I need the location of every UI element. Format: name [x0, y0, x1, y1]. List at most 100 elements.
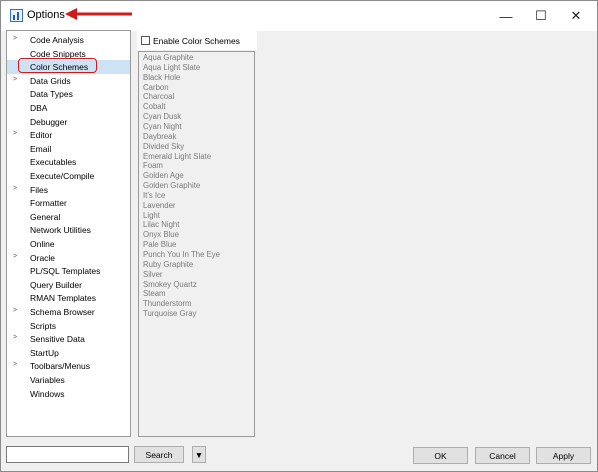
color-scheme-item[interactable]: Turquoise Gray: [143, 309, 196, 319]
tree-item-label: Email: [30, 143, 52, 154]
tree-item-label: Online: [30, 239, 55, 249]
chevron-right-icon[interactable]: >: [13, 185, 17, 192]
tree-item[interactable]: > Data Grids: [7, 74, 130, 88]
search-button[interactable]: Search: [134, 446, 184, 463]
tree-item[interactable]: RMAN Templates: [7, 291, 130, 305]
tree-item[interactable]: Windows: [7, 387, 130, 401]
minimize-button[interactable]: —: [489, 1, 523, 31]
color-scheme-item[interactable]: Punch You In The Eye: [143, 250, 220, 260]
color-scheme-item[interactable]: Cyan Dusk: [143, 112, 181, 122]
tree-item[interactable]: Scripts: [7, 319, 130, 333]
search-dropdown-button[interactable]: ▼: [192, 446, 206, 463]
color-scheme-item[interactable]: Steam: [143, 289, 166, 299]
tree-item-label: RMAN Templates: [30, 293, 96, 304]
color-scheme-item[interactable]: Ruby Graphite: [143, 260, 193, 270]
color-scheme-item[interactable]: Smokey Quartz: [143, 280, 197, 290]
tree-item[interactable]: DBA: [7, 101, 130, 115]
apply-button[interactable]: Apply: [536, 447, 591, 464]
tree-item[interactable]: Online: [7, 237, 130, 251]
ok-button[interactable]: OK: [413, 447, 468, 464]
tree-item[interactable]: Query Builder: [7, 278, 130, 292]
color-scheme-item[interactable]: Charcoal: [143, 92, 174, 102]
tree-item-label: Editor: [30, 130, 53, 141]
tree-item[interactable]: > Schema Browser: [7, 305, 130, 319]
tree-item[interactable]: > Sensitive Data: [7, 332, 130, 346]
color-scheme-item[interactable]: Divided Sky: [143, 142, 184, 152]
color-scheme-item[interactable]: Lilac Night: [143, 220, 179, 230]
tree-item-label: Executables: [30, 157, 77, 168]
tree-item-label: Files: [30, 184, 48, 195]
options-dialog: Options — ☐ ✕ > Code Analysis Code Snippet…: [0, 0, 598, 472]
color-scheme-item[interactable]: Carbon: [143, 83, 169, 93]
red-arrow-annotation: [65, 8, 132, 20]
chevron-right-icon[interactable]: >: [13, 130, 17, 137]
tree-item[interactable]: Formatter: [7, 196, 130, 210]
color-scheme-item[interactable]: Aqua Graphite: [143, 53, 193, 63]
tree-item-label: Variables: [30, 375, 65, 385]
title-bar[interactable]: Options — ☐ ✕: [1, 1, 597, 31]
chevron-right-icon[interactable]: >: [13, 361, 17, 368]
color-scheme-item[interactable]: Daybreak: [143, 132, 176, 142]
chevron-right-icon[interactable]: >: [13, 35, 17, 42]
color-scheme-item[interactable]: Pale Blue: [143, 240, 176, 250]
tree-item-label: Code Analysis: [30, 35, 84, 45]
tree-item[interactable]: General: [7, 210, 130, 224]
enable-color-schemes-checkbox[interactable]: [141, 36, 150, 45]
options-tree[interactable]: > Code Analysis Code Snippets Color Schemes…: [6, 30, 131, 437]
tree-item[interactable]: > Oracle: [7, 251, 130, 265]
tree-item[interactable]: Data Types: [7, 87, 130, 101]
search-input[interactable]: [6, 446, 129, 463]
tree-item-label: Execute/Compile: [30, 171, 95, 181]
color-scheme-item[interactable]: Cobalt: [143, 102, 166, 112]
tree-item-label: Schema Browser: [30, 307, 95, 317]
tree-item[interactable]: > Files: [7, 183, 130, 197]
tree-item-label: Scripts: [30, 320, 56, 331]
tree-item[interactable]: Execute/Compile: [7, 169, 130, 183]
tree-item-label: Sensitive Data: [30, 334, 85, 345]
color-scheme-item[interactable]: Golden Graphite: [143, 181, 200, 191]
color-scheme-item[interactable]: Foam: [143, 161, 163, 171]
color-scheme-item[interactable]: It's Ice: [143, 191, 165, 201]
tree-item-label: Data Grids: [30, 75, 71, 86]
tree-item-label: Debugger: [30, 116, 68, 127]
tree-item[interactable]: > Toolbars/Menus: [7, 359, 130, 373]
color-scheme-item[interactable]: Aqua Light Slate: [143, 63, 200, 73]
color-scheme-item[interactable]: Golden Age: [143, 171, 184, 181]
tree-item[interactable]: Executables: [7, 155, 130, 169]
color-scheme-item[interactable]: Black Hole: [143, 73, 180, 83]
app-icon: [10, 9, 23, 22]
color-scheme-item[interactable]: Cyan Night: [143, 122, 182, 132]
tree-item[interactable]: Debugger: [7, 115, 130, 129]
tree-item[interactable]: Variables: [7, 373, 130, 387]
maximize-button[interactable]: ☐: [524, 1, 558, 31]
tree-item[interactable]: StartUp: [7, 346, 130, 360]
window-title: Options: [27, 9, 65, 21]
tree-item-label: Formatter: [30, 198, 67, 209]
cancel-button[interactable]: Cancel: [475, 447, 530, 464]
chevron-right-icon[interactable]: >: [13, 76, 17, 83]
tree-item-label: Toolbars/Menus: [30, 361, 91, 372]
selection-highlight-annotation: [18, 58, 97, 73]
color-scheme-item[interactable]: Emerald Light Slate: [143, 152, 211, 162]
tree-item-label: Data Types: [30, 89, 73, 100]
tree-item-label: Network Utilities: [30, 225, 91, 236]
tree-item[interactable]: Network Utilities: [7, 223, 130, 237]
tree-item-label: Windows: [30, 388, 65, 399]
color-scheme-list[interactable]: Aqua Graphite Aqua Light Slate Black Hole C…: [138, 51, 255, 437]
tree-item[interactable]: > Editor: [7, 128, 130, 142]
enable-color-schemes-label[interactable]: Enable Color Schemes: [153, 36, 240, 46]
color-scheme-item[interactable]: Onyx Blue: [143, 230, 179, 240]
color-scheme-item[interactable]: Silver: [143, 270, 163, 280]
color-scheme-item[interactable]: Lavender: [143, 201, 176, 211]
tree-item-label: PL/SQL Templates: [30, 266, 101, 277]
color-scheme-item[interactable]: Thunderstorm: [143, 299, 192, 309]
chevron-right-icon[interactable]: >: [13, 253, 17, 260]
color-scheme-item[interactable]: Light: [143, 211, 160, 221]
chevron-right-icon[interactable]: >: [13, 334, 17, 341]
tree-item[interactable]: Email: [7, 142, 130, 156]
tree-item[interactable]: > Code Analysis: [7, 33, 130, 47]
close-button[interactable]: ✕: [559, 1, 593, 31]
tree-item[interactable]: PL/SQL Templates: [7, 264, 130, 278]
tree-item-label: Oracle: [30, 252, 56, 263]
chevron-right-icon[interactable]: >: [13, 307, 17, 314]
